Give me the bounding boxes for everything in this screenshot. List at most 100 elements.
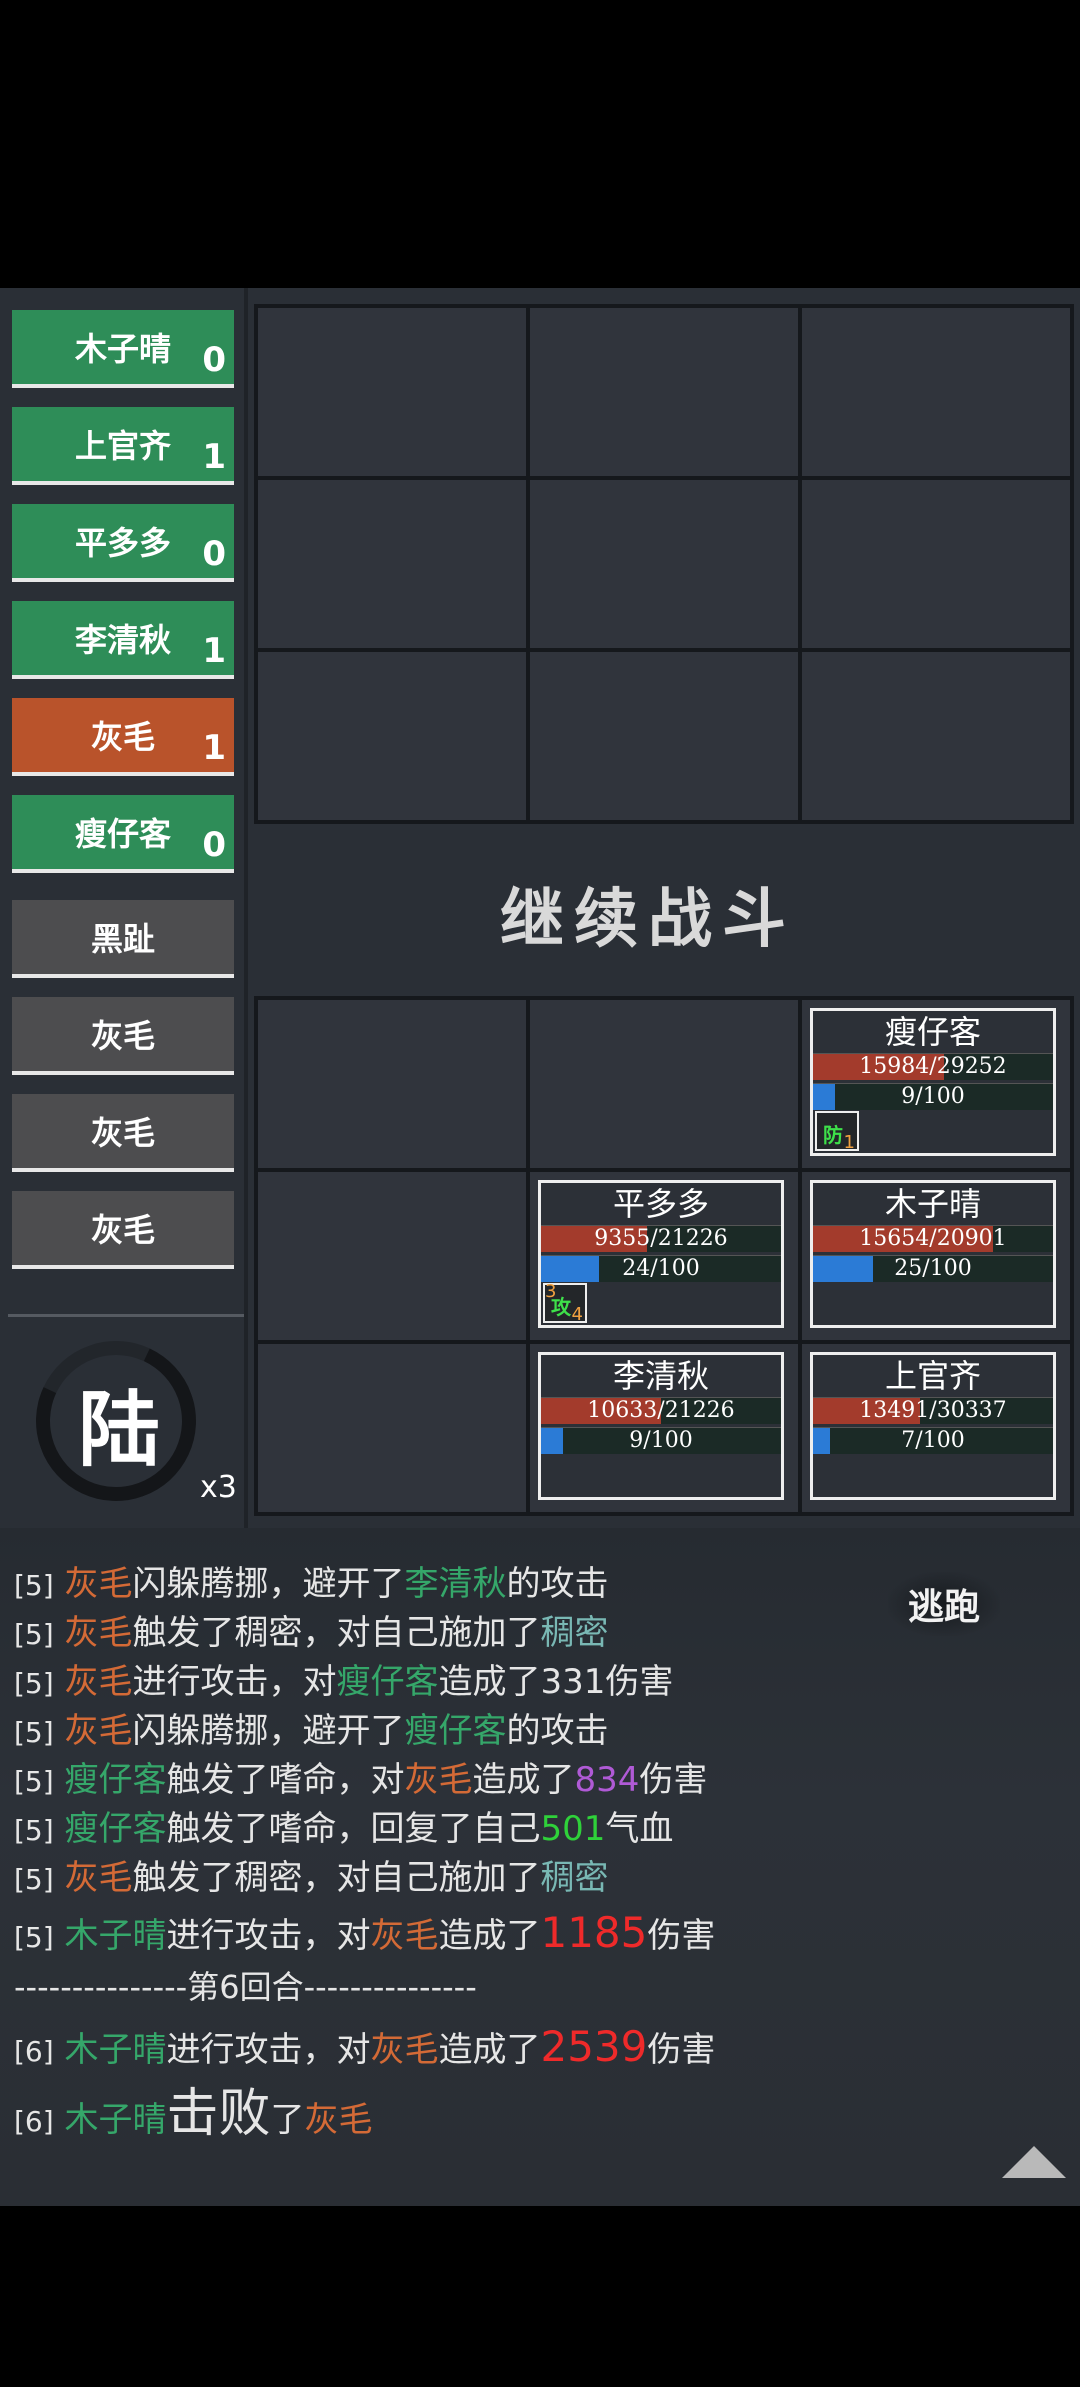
log-heal: 501 bbox=[540, 1809, 606, 1849]
roster-name: 灰毛 bbox=[90, 1114, 155, 1152]
grid-cell[interactable] bbox=[802, 308, 1070, 476]
buff-label: 攻 bbox=[551, 1295, 571, 1319]
unit-name: 木子晴 bbox=[884, 1185, 981, 1223]
energy-text: 9/100 bbox=[901, 1084, 965, 1109]
grid-cell[interactable]: 瘦仔客 15984/29252 9/100 防 1 bbox=[802, 1000, 1070, 1168]
log-target: 瘦仔客 bbox=[404, 1711, 507, 1751]
log-text: 闪躲腾挪，避开了 bbox=[132, 1564, 405, 1604]
log-text: 进行攻击，对 bbox=[132, 1662, 337, 1702]
unit-card[interactable]: 上官齐 13491/30337 7/100 bbox=[810, 1352, 1056, 1500]
log-round: [5] bbox=[14, 1863, 54, 1896]
log-defeat: 击败 bbox=[166, 2084, 271, 2144]
roster-name: 灰毛 bbox=[90, 1211, 155, 1249]
log-target: 灰毛 bbox=[370, 1916, 439, 1956]
roster-count: 0 bbox=[202, 534, 226, 574]
energy-text: 7/100 bbox=[901, 1428, 965, 1453]
energy-bar: 25/100 bbox=[813, 1255, 1053, 1282]
log-damage: 1185 bbox=[540, 1908, 648, 1957]
hp-text: 9355/21226 bbox=[594, 1226, 728, 1251]
roster-divider bbox=[8, 1314, 244, 1317]
roster-item-enemy[interactable]: 灰毛 bbox=[12, 997, 234, 1075]
grid-cell[interactable] bbox=[258, 652, 526, 820]
grid-cell[interactable]: 木子晴 15654/20901 25/100 bbox=[802, 1172, 1070, 1340]
roster-item-enemy[interactable]: 黑趾 bbox=[12, 900, 234, 978]
roster-name: 灰毛 bbox=[90, 1017, 155, 1055]
log-line: [6] 木子晴击败了灰毛 bbox=[14, 2079, 1014, 2149]
log-text: 触发了稠密，对自己施加了 bbox=[132, 1613, 541, 1653]
log-text: 触发了嗜命，对 bbox=[166, 1760, 405, 1800]
roster-name: 瘦仔客 bbox=[74, 815, 171, 853]
hp-bar: 15654/20901 bbox=[813, 1225, 1053, 1252]
roster-item[interactable]: 瘦仔客 0 bbox=[12, 795, 234, 873]
log-target: 灰毛 bbox=[370, 2030, 439, 2070]
grid-cell[interactable] bbox=[802, 480, 1070, 648]
log-round: [5] bbox=[14, 1765, 54, 1798]
unit-name: 上官齐 bbox=[884, 1357, 981, 1395]
ally-grid: 瘦仔客 15984/29252 9/100 防 1 平多多 9355/21226… bbox=[254, 996, 1074, 1516]
hp-bar: 15984/29252 bbox=[813, 1053, 1053, 1080]
grid-cell[interactable] bbox=[258, 1344, 526, 1512]
log-text: 造成了 bbox=[438, 2030, 541, 2070]
log-target: 灰毛 bbox=[304, 2100, 373, 2140]
log-text: 了 bbox=[270, 2100, 305, 2140]
scroll-up-icon[interactable] bbox=[1002, 2146, 1066, 2178]
roster-item-active[interactable]: 灰毛 1 bbox=[12, 698, 234, 776]
log-actor: 瘦仔客 bbox=[64, 1809, 167, 1849]
attack-buff-icon: 3 攻 4 bbox=[543, 1281, 587, 1325]
roster-item[interactable]: 木子晴 0 bbox=[12, 310, 234, 388]
grid-cell[interactable] bbox=[530, 480, 798, 648]
roster-item-enemy[interactable]: 灰毛 bbox=[12, 1094, 234, 1172]
log-text: 触发了嗜命，回复了自己 bbox=[166, 1809, 541, 1849]
log-line: [5] 瘦仔客触发了嗜命，回复了自己501气血 bbox=[14, 1805, 1014, 1854]
log-line: [5] 瘦仔客触发了嗜命，对灰毛造成了834伤害 bbox=[14, 1756, 1014, 1805]
grid-cell[interactable] bbox=[258, 1000, 526, 1168]
continue-battle-button[interactable]: 继续战斗 bbox=[500, 868, 796, 960]
log-text: 闪躲腾挪，避开了 bbox=[132, 1711, 405, 1751]
grid-cell[interactable]: 李清秋 10633/21226 9/100 bbox=[530, 1344, 798, 1512]
hp-text: 15984/29252 bbox=[859, 1054, 1007, 1079]
energy-bar: 9/100 bbox=[813, 1083, 1053, 1110]
log-text: 进行攻击，对 bbox=[166, 2030, 371, 2070]
log-text: 气血 bbox=[605, 1809, 674, 1849]
log-effect: 稠密 bbox=[540, 1613, 609, 1653]
round-separator: ---------------第6回合--------------- bbox=[14, 1968, 477, 2006]
grid-cell[interactable]: 上官齐 13491/30337 7/100 bbox=[802, 1344, 1070, 1512]
roster-name: 灰毛 bbox=[90, 718, 155, 756]
unit-card[interactable]: 李清秋 10633/21226 9/100 bbox=[538, 1352, 784, 1500]
log-line: [5] 灰毛触发了稠密，对自己施加了稠密 bbox=[14, 1854, 1014, 1903]
speed-toggle[interactable]: x3 bbox=[200, 1470, 237, 1505]
log-actor: 灰毛 bbox=[64, 1858, 133, 1898]
grid-cell[interactable] bbox=[258, 308, 526, 476]
log-round: [5] bbox=[14, 1921, 54, 1954]
hp-bar: 9355/21226 bbox=[541, 1225, 781, 1252]
grid-cell[interactable] bbox=[258, 1172, 526, 1340]
grid-cell[interactable] bbox=[530, 1000, 798, 1168]
hp-text: 13491/30337 bbox=[859, 1398, 1007, 1423]
log-target: 李清秋 bbox=[404, 1564, 507, 1604]
round-number: 陆 bbox=[78, 1382, 161, 1478]
unit-card[interactable]: 平多多 9355/21226 24/100 3 攻 4 bbox=[538, 1180, 784, 1328]
grid-cell[interactable] bbox=[530, 652, 798, 820]
log-round: [6] bbox=[14, 2035, 54, 2068]
unit-name: 瘦仔客 bbox=[884, 1013, 981, 1051]
log-actor: 木子晴 bbox=[64, 2100, 167, 2140]
roster-item-enemy[interactable]: 灰毛 bbox=[12, 1191, 234, 1269]
buff-stack: 4 bbox=[571, 1304, 583, 1325]
roster-item[interactable]: 平多多 0 bbox=[12, 504, 234, 582]
unit-card[interactable]: 木子晴 15654/20901 25/100 bbox=[810, 1180, 1056, 1328]
grid-cell[interactable] bbox=[258, 480, 526, 648]
log-text: 伤害 bbox=[647, 1916, 716, 1956]
log-text: 触发了稠密，对自己施加了 bbox=[132, 1858, 541, 1898]
grid-cell[interactable] bbox=[530, 308, 798, 476]
log-round: [5] bbox=[14, 1716, 54, 1749]
log-line: [5] 灰毛闪躲腾挪，避开了李清秋的攻击 bbox=[14, 1560, 1014, 1609]
roster-item[interactable]: 李清秋 1 bbox=[12, 601, 234, 679]
energy-bar: 7/100 bbox=[813, 1427, 1053, 1454]
grid-cell[interactable] bbox=[802, 652, 1070, 820]
unit-card[interactable]: 瘦仔客 15984/29252 9/100 防 1 bbox=[810, 1008, 1056, 1156]
grid-cell[interactable]: 平多多 9355/21226 24/100 3 攻 4 bbox=[530, 1172, 798, 1340]
log-round: [5] bbox=[14, 1618, 54, 1651]
hp-text: 15654/20901 bbox=[859, 1226, 1007, 1251]
roster-item[interactable]: 上官齐 1 bbox=[12, 407, 234, 485]
hp-bar: 10633/21226 bbox=[541, 1397, 781, 1424]
